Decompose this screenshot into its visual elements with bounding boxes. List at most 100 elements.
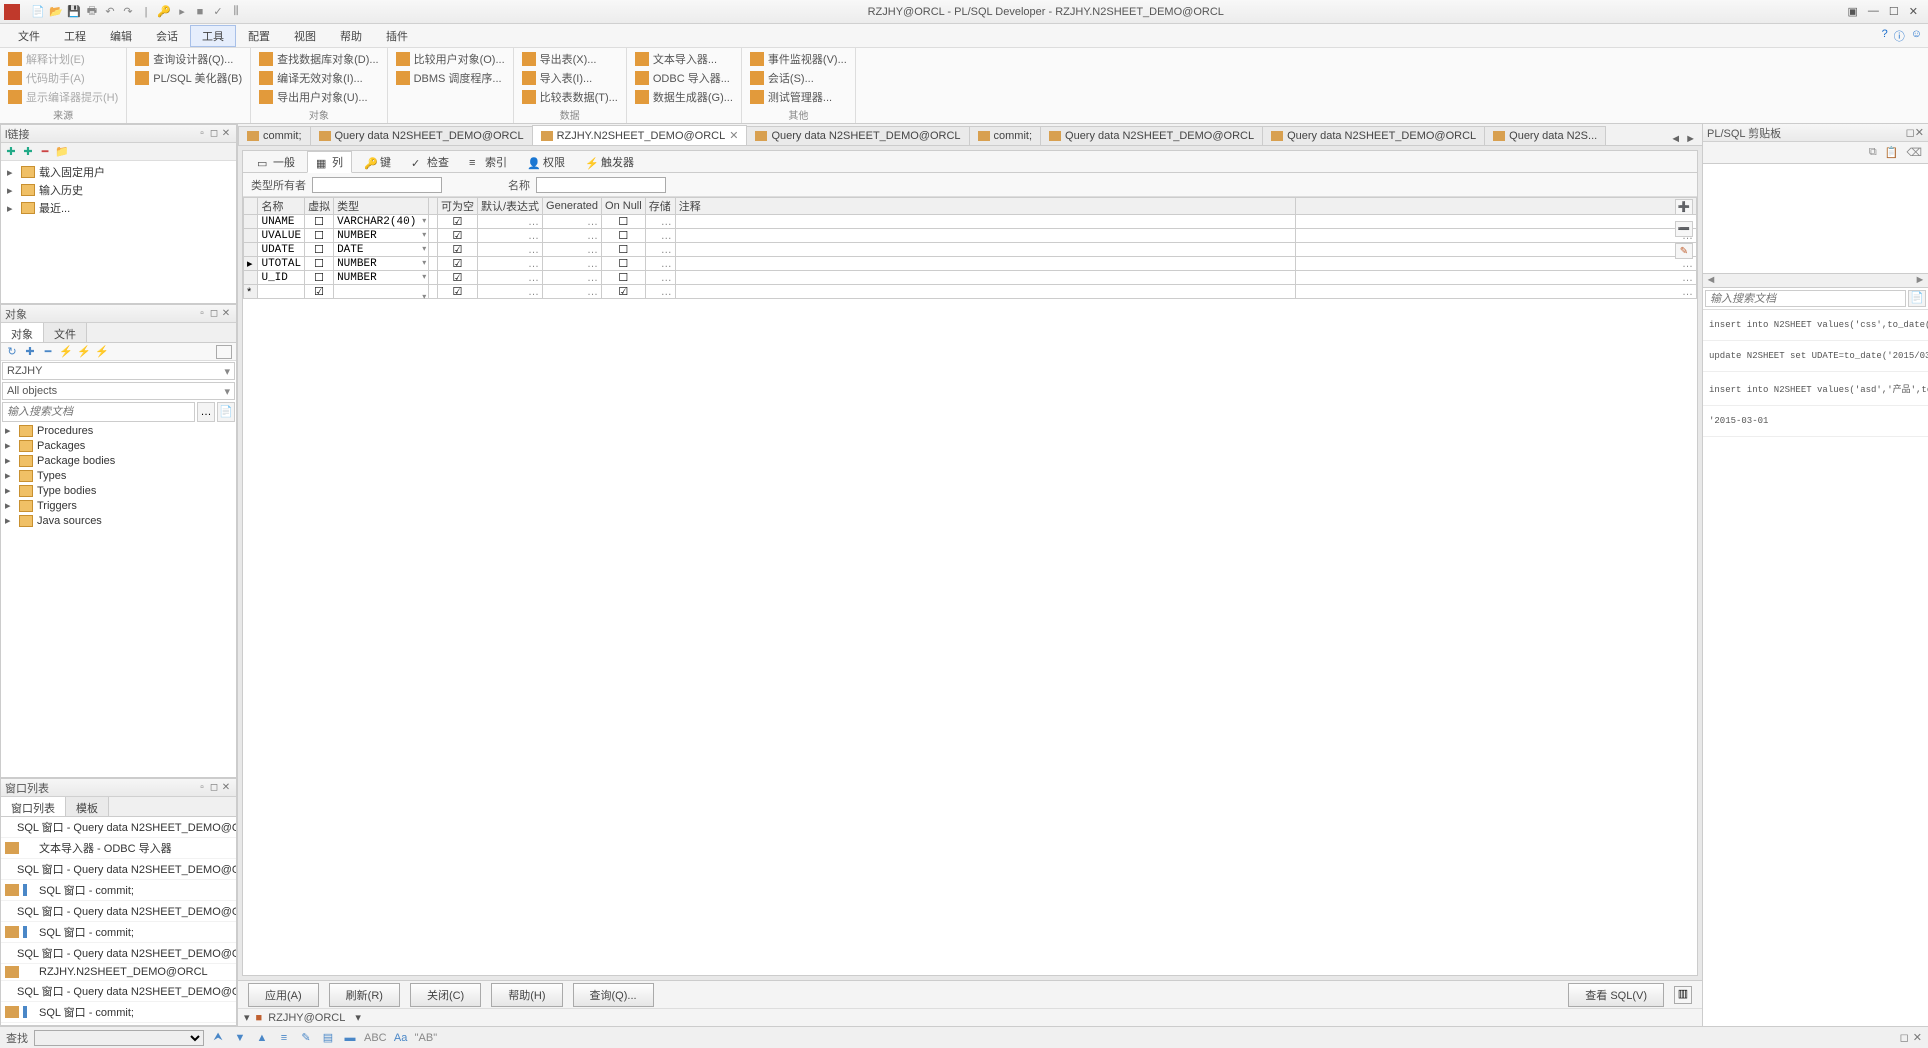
search-new-button[interactable]: 📄 bbox=[217, 402, 235, 422]
plus-icon[interactable]: ✚ bbox=[23, 345, 37, 359]
clip-right-icon[interactable]: ► bbox=[1912, 274, 1928, 287]
window-list[interactable]: SQL 窗口 - Query data N2SHEET_DEMO@ORA文本导入… bbox=[1, 817, 236, 1025]
unpin-icon[interactable]: ◻ bbox=[208, 128, 220, 139]
feedback-icon[interactable]: ☺ bbox=[1911, 28, 1922, 44]
grid-edit-icon[interactable]: ✎ bbox=[1675, 243, 1693, 259]
subtab[interactable]: ✓检查 bbox=[403, 152, 457, 172]
find-all-icon[interactable]: ▲ bbox=[254, 1031, 270, 1045]
run-icon[interactable]: ▸ bbox=[174, 4, 190, 20]
object-list[interactable]: ▸Procedures▸Packages▸Package bodies▸Type… bbox=[1, 423, 236, 777]
doc-tab[interactable]: RZJHY.N2SHEET_DEMO@ORCL✕ bbox=[532, 125, 748, 145]
help-button[interactable]: 帮助(H) bbox=[491, 983, 562, 1007]
find-mark-icon[interactable]: ✎ bbox=[298, 1031, 314, 1045]
clip-new-icon[interactable]: 📄 bbox=[1908, 290, 1926, 307]
doc-tab[interactable]: Query data N2SHEET_DEMO@ORCL bbox=[1040, 126, 1263, 145]
clip-paste-icon[interactable]: 📋 bbox=[1885, 146, 1899, 159]
close-panel-icon[interactable]: ✕ bbox=[220, 128, 232, 139]
doc-tab[interactable]: Query data N2SHEET_DEMO@ORCL bbox=[1262, 126, 1485, 145]
filter3-icon[interactable]: ⚡ bbox=[95, 345, 109, 359]
obj-node[interactable]: ▸Packages bbox=[1, 438, 236, 453]
save-icon[interactable]: 💾 bbox=[66, 4, 82, 20]
tab-next-icon[interactable]: ► bbox=[1685, 133, 1696, 145]
fold-icon[interactable]: 📁 bbox=[55, 145, 69, 159]
obj-node[interactable]: ▸Package bodies bbox=[1, 453, 236, 468]
undo-icon[interactable]: ↶ bbox=[102, 4, 118, 20]
ribbon-item[interactable]: 导入表(I)... bbox=[522, 69, 618, 87]
clip-item[interactable]: insert into N2SHEET values('css',to_date… bbox=[1703, 310, 1928, 341]
menu-file[interactable]: 文件 bbox=[6, 25, 52, 47]
clip-list[interactable]: insert into N2SHEET values('css',to_date… bbox=[1703, 310, 1928, 1026]
menu-plugin[interactable]: 插件 bbox=[374, 25, 420, 47]
win-item[interactable]: SQL 窗口 - Query data N2SHEET_DEMO@ORA bbox=[1, 901, 236, 922]
subtab[interactable]: ▦列 bbox=[307, 151, 352, 173]
menu-config[interactable]: 配置 bbox=[236, 25, 282, 47]
bars-icon[interactable]: ⫼ bbox=[228, 4, 244, 20]
query-button[interactable]: 查询(Q)... bbox=[573, 983, 654, 1007]
ribbon-item[interactable]: 会话(S)... bbox=[750, 69, 847, 87]
clip-clear-icon[interactable]: ⌫ bbox=[1906, 146, 1922, 159]
refresh-icon[interactable]: ↻ bbox=[5, 345, 19, 359]
find-pin-icon[interactable]: ◻ bbox=[1900, 1031, 1909, 1044]
ribbon-item[interactable]: 数据生成器(G)... bbox=[635, 88, 733, 106]
win-item[interactable]: SQL 窗口 - Query data N2SHEET_DEMO@ORA bbox=[1, 1023, 236, 1025]
print-icon[interactable]: 🖶 bbox=[84, 4, 100, 20]
menu-help[interactable]: 帮助 bbox=[328, 25, 374, 47]
new-icon[interactable]: 📄 bbox=[30, 4, 46, 20]
minus-icon[interactable]: ━ bbox=[41, 345, 55, 359]
close-button[interactable]: 关闭(C) bbox=[410, 983, 481, 1007]
ribbon-item[interactable]: 编译无效对象(I)... bbox=[259, 69, 378, 87]
close-icon[interactable]: ✕ bbox=[1909, 5, 1918, 18]
conn-more-icon[interactable]: ▾ bbox=[355, 1011, 361, 1024]
ribbon-item[interactable]: 比较用户对象(O)... bbox=[396, 50, 505, 68]
subtab[interactable]: ≡索引 bbox=[461, 152, 515, 172]
del-icon[interactable]: ━ bbox=[38, 145, 52, 159]
menu-view[interactable]: 视图 bbox=[282, 25, 328, 47]
find-close-icon[interactable]: ✕ bbox=[1913, 1031, 1922, 1044]
obj-node[interactable]: ▸Type bodies bbox=[1, 483, 236, 498]
redo-icon[interactable]: ↷ bbox=[120, 4, 136, 20]
find-case-icon[interactable]: Aa bbox=[393, 1031, 409, 1045]
win-item[interactable]: SQL 窗口 - commit; bbox=[1, 922, 236, 943]
obj-node[interactable]: ▸Triggers bbox=[1, 498, 236, 513]
ribbon-item[interactable]: 事件监视器(V)... bbox=[750, 50, 847, 68]
doc-tab[interactable]: Query data N2S... bbox=[1484, 126, 1606, 145]
clip-copy-icon[interactable]: ⧉ bbox=[1869, 146, 1877, 159]
commit-icon[interactable]: ✓ bbox=[210, 4, 226, 20]
add-icon[interactable]: ✚ bbox=[4, 145, 18, 159]
subtab[interactable]: 👤权限 bbox=[519, 152, 573, 172]
find-opt-icon[interactable]: ▤ bbox=[320, 1031, 336, 1045]
obj-node[interactable]: ▸Procedures bbox=[1, 423, 236, 438]
tab-winlist[interactable]: 窗口列表 bbox=[1, 797, 66, 816]
doc-tab[interactable]: Query data N2SHEET_DEMO@ORCL bbox=[746, 126, 969, 145]
name-input[interactable] bbox=[536, 177, 666, 193]
obj-node[interactable]: ▸Types bbox=[1, 468, 236, 483]
subtab[interactable]: ▭一般 bbox=[249, 152, 303, 172]
menu-session[interactable]: 会话 bbox=[144, 25, 190, 47]
open-icon[interactable]: 📂 bbox=[48, 4, 64, 20]
tab-files[interactable]: 文件 bbox=[44, 323, 87, 342]
clip-item[interactable]: '2015-03-01 bbox=[1703, 406, 1928, 437]
menu-edit[interactable]: 编辑 bbox=[98, 25, 144, 47]
menu-project[interactable]: 工程 bbox=[52, 25, 98, 47]
clip-left-icon[interactable]: ◄ bbox=[1703, 274, 1719, 287]
ribbon-item[interactable]: 导出用户对象(U)... bbox=[259, 88, 378, 106]
grid-add-icon[interactable]: ➕ bbox=[1675, 199, 1693, 215]
connection-tree[interactable]: ▸载入固定用户▸输入历史▸最近... bbox=[1, 161, 236, 303]
obj-node[interactable]: ▸Java sources bbox=[1, 513, 236, 528]
toggle-box[interactable] bbox=[216, 345, 232, 359]
subtab[interactable]: ⚡触发器 bbox=[577, 152, 642, 172]
search-more-button[interactable]: … bbox=[197, 402, 215, 422]
conn-node[interactable]: ▸最近... bbox=[3, 199, 234, 217]
conn-dropdown-icon[interactable]: ▾ bbox=[244, 1011, 250, 1024]
tab-objects[interactable]: 对象 bbox=[1, 323, 44, 342]
columns-grid[interactable]: 名称虚拟类型可为空默认/表达式GeneratedOn Null存储注释UNAME… bbox=[243, 197, 1697, 975]
find-list-icon[interactable]: ≡ bbox=[276, 1031, 292, 1045]
filter2-icon[interactable]: ⚡ bbox=[77, 345, 91, 359]
win-item[interactable]: SQL 窗口 - Query data N2SHEET_DEMO@ORA bbox=[1, 943, 236, 964]
ribbon-item[interactable]: 测试管理器... bbox=[750, 88, 847, 106]
maximize-icon[interactable]: ☐ bbox=[1889, 5, 1899, 18]
find-abc[interactable]: ABC bbox=[364, 1032, 387, 1044]
apply-button[interactable]: 应用(A) bbox=[248, 983, 319, 1007]
object-search-input[interactable] bbox=[2, 402, 195, 422]
ribbon-item[interactable]: ODBC 导入器... bbox=[635, 69, 733, 87]
